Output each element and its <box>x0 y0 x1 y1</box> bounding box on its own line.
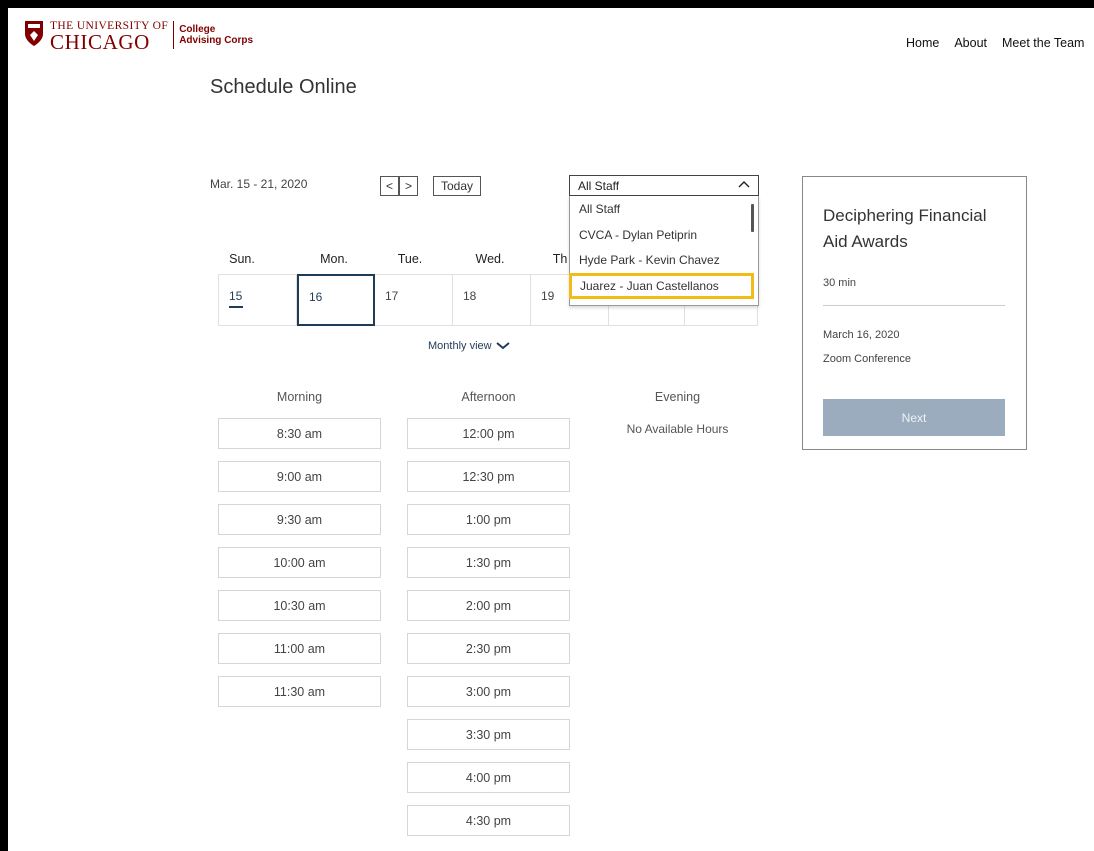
logo-divider <box>173 21 175 49</box>
morning-heading: Morning <box>276 390 323 404</box>
monthly-view-toggle[interactable]: Monthly view <box>428 340 510 352</box>
time-slot-morning[interactable]: 10:30 am <box>218 590 381 621</box>
next-button[interactable]: Next <box>823 399 1005 436</box>
evening-no-hours: No Available Hours <box>626 422 729 436</box>
logo-sub-text-2: Advising Corps <box>179 35 254 46</box>
afternoon-heading: Afternoon <box>461 390 516 404</box>
day-of-week-sun: Sun. <box>229 252 255 266</box>
monthly-view-label: Monthly view <box>428 340 492 352</box>
staff-option-cvca[interactable]: CVCA - Dylan Petiprin <box>570 222 750 248</box>
day-number: 15 <box>229 289 243 303</box>
service-name: Deciphering Financial Aid Awards <box>823 206 987 251</box>
next-week-button[interactable]: > <box>399 176 418 196</box>
day-number: 18 <box>463 289 477 303</box>
chevron-up-icon <box>738 181 750 188</box>
staff-option-juarez[interactable]: Juarez - Juan Castellanos <box>569 273 754 299</box>
day-cell-18[interactable]: 18 <box>453 275 531 325</box>
selected-date: March 16, 2020 <box>823 329 900 341</box>
time-slot-morning[interactable]: 11:00 am <box>218 633 381 664</box>
time-slot-afternoon[interactable]: 2:00 pm <box>407 590 570 621</box>
day-of-week-wed: Wed. <box>475 252 505 266</box>
day-of-week-mon: Mon. <box>320 252 348 266</box>
time-slot-afternoon[interactable]: 1:00 pm <box>407 504 570 535</box>
time-slot-morning[interactable]: 9:30 am <box>218 504 381 535</box>
time-slot-afternoon[interactable]: 3:00 pm <box>407 676 570 707</box>
nav-meet-the-team[interactable]: Meet the Team <box>1002 36 1084 50</box>
staff-select[interactable]: All Staff <box>569 175 759 196</box>
service-duration: 30 min <box>823 277 857 289</box>
booking-summary-card: Deciphering Financial Aid Awards 30 min … <box>802 176 1027 450</box>
time-slot-morning[interactable]: 8:30 am <box>218 418 381 449</box>
staff-option-all[interactable]: All Staff <box>570 196 750 222</box>
card-divider <box>823 305 1005 306</box>
time-slot-morning[interactable]: 10:00 am <box>218 547 381 578</box>
time-slot-afternoon[interactable]: 4:00 pm <box>407 762 570 793</box>
university-wordmark: THE UNIVERSITY OF CHICAGO <box>50 20 168 54</box>
time-slot-afternoon[interactable]: 4:30 pm <box>407 805 570 836</box>
day-of-week-tue: Tue. <box>397 252 423 266</box>
day-number: 17 <box>385 289 399 303</box>
evening-heading: Evening <box>654 390 701 404</box>
day-number: 19 <box>541 289 555 303</box>
nav-about[interactable]: About <box>954 36 987 50</box>
time-slot-afternoon[interactable]: 2:30 pm <box>407 633 570 664</box>
college-advising-corps-wordmark: College Advising Corps <box>179 24 253 46</box>
service-location: Zoom Conference <box>823 353 912 365</box>
time-slot-morning[interactable]: 9:00 am <box>218 461 381 492</box>
time-slot-afternoon[interactable]: 12:00 pm <box>407 418 570 449</box>
university-crest-icon <box>25 21 43 46</box>
time-slot-afternoon[interactable]: 1:30 pm <box>407 547 570 578</box>
day-number: 16 <box>309 290 323 304</box>
date-range-label: Mar. 15 - 21, 2020 <box>210 177 308 191</box>
today-button[interactable]: Today <box>433 176 482 196</box>
staff-dropdown-list: All Staff CVCA - Dylan Petiprin Hyde Par… <box>569 196 759 306</box>
dropdown-scrollbar[interactable] <box>751 204 754 232</box>
main-nav: Home About Meet the Team <box>906 36 1094 50</box>
university-logo[interactable]: THE UNIVERSITY OF CHICAGO College Advisi… <box>24 20 253 54</box>
day-cell-15[interactable]: 15 <box>219 275 297 325</box>
time-slot-afternoon[interactable]: 3:30 pm <box>407 719 570 750</box>
chevron-down-icon <box>495 342 510 350</box>
time-slot-afternoon[interactable]: 12:30 pm <box>407 461 570 492</box>
logo-bottom-text: CHICAGO <box>50 30 150 54</box>
staff-select-value: All Staff <box>578 179 620 193</box>
logo-sub-text-1: College <box>179 24 216 35</box>
nav-home[interactable]: Home <box>906 36 939 50</box>
staff-option-hyde-park[interactable]: Hyde Park - Kevin Chavez <box>570 247 750 273</box>
page: THE UNIVERSITY OF CHICAGO College Advisi… <box>8 8 1094 851</box>
page-title: Schedule Online <box>210 76 357 98</box>
day-cell-16[interactable]: 16 <box>297 274 375 326</box>
day-cell-17[interactable]: 17 <box>375 275 453 325</box>
time-slot-morning[interactable]: 11:30 am <box>218 676 381 707</box>
previous-week-button[interactable]: < <box>380 176 399 196</box>
current-day-indicator <box>229 306 243 308</box>
